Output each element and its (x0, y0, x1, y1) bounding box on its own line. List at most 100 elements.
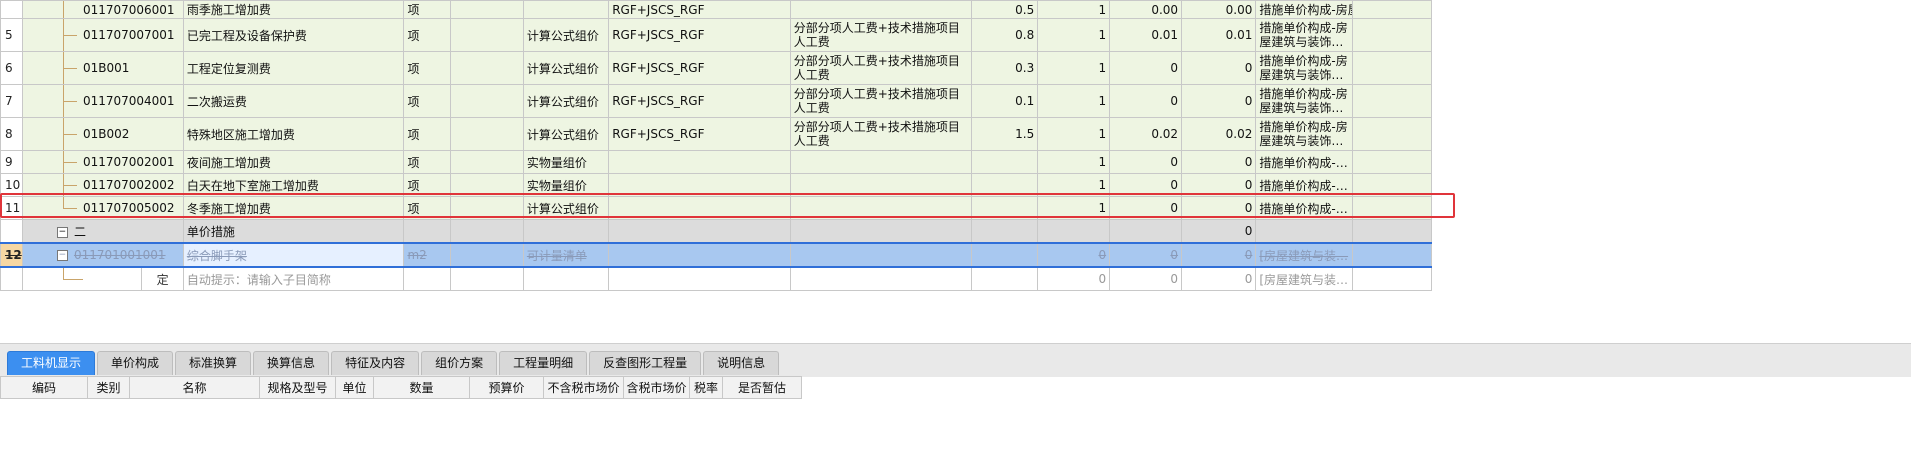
row-number (0, 0, 23, 19)
rate-cell[interactable] (971, 150, 1039, 174)
tab-features-content[interactable]: 特征及内容 (331, 351, 420, 375)
tab-pricing-scheme[interactable]: 组价方案 (421, 351, 498, 375)
col-header-code[interactable]: 编码 (0, 376, 88, 399)
name-cell[interactable]: 雨季施工增加费 (182, 0, 405, 19)
collapse-icon[interactable]: − (56, 250, 68, 261)
unit-cell[interactable]: m2 (403, 242, 451, 268)
method-cell[interactable]: 实物量组价 (522, 150, 610, 174)
method-cell[interactable]: 可计量清单 (522, 242, 610, 268)
col-header-market-price-inc-tax[interactable]: 含税市场价 (624, 376, 690, 399)
method-cell[interactable] (522, 0, 610, 19)
rate-cell[interactable]: 0.8 (971, 18, 1039, 52)
qty-cell[interactable]: 0 (1037, 242, 1111, 268)
method-cell[interactable]: 计算公式组价 (522, 117, 610, 151)
tab-conversion-info[interactable]: 换算信息 (253, 351, 330, 375)
qty-cell[interactable]: 1 (1037, 84, 1111, 118)
rate-cell[interactable]: 0.3 (971, 51, 1039, 85)
table-row[interactable]: 8 01B002 特殊地区施工增加费 项 计算公式组价 RGF+JSCS_RGF… (0, 117, 1433, 151)
construct-cell[interactable]: 措施单价构成-… (1255, 150, 1353, 174)
base-cell[interactable]: RGF+JSCS_RGF (608, 51, 791, 85)
row-number: 9 (0, 150, 23, 174)
qty-cell[interactable]: 1 (1037, 51, 1111, 85)
col-header-unit[interactable]: 单位 (336, 376, 374, 399)
col-header-provisional[interactable]: 是否暂估 (723, 376, 802, 399)
name-cell[interactable]: 工程定位复测费 (182, 51, 405, 85)
tab-reverse-graphic-quantity[interactable]: 反查图形工程量 (589, 351, 702, 375)
section-name[interactable]: 单价措施 (182, 219, 405, 244)
code-cell[interactable]: −011701001001 (21, 242, 184, 268)
table-row[interactable]: 5 011707007001 已完工程及设备保护费 项 计算公式组价 RGF+J… (0, 18, 1433, 52)
base-cell[interactable]: RGF+JSCS_RGF (608, 117, 791, 151)
construct-cell[interactable]: 措施单价构成-房屋建筑与装饰… (1255, 51, 1353, 85)
col-header-spec[interactable]: 规格及型号 (260, 376, 336, 399)
sub-item-row[interactable]: 定 自动提示：请输入子目简称 0 0 0 [房屋建筑与装… (0, 266, 1433, 291)
unit-cell[interactable]: 项 (403, 0, 451, 19)
tab-standard-conversion[interactable]: 标准换算 (175, 351, 252, 375)
section-total: 0 (1181, 219, 1257, 244)
name-cell[interactable]: 夜间施工增加费 (182, 150, 405, 174)
base-cell[interactable] (608, 150, 791, 174)
qty-cell[interactable]: 1 (1037, 0, 1111, 19)
tab-labor-material-display[interactable]: 工料机显示 (7, 351, 96, 375)
rate-cell[interactable]: 0.1 (971, 84, 1039, 118)
col-header-market-price-ex-tax[interactable]: 不含税市场价 (544, 376, 624, 399)
col-header-name[interactable]: 名称 (130, 376, 260, 399)
detail-tabs: 工料机显示 单价构成 标准换算 换算信息 特征及内容 组价方案 工程量明细 反查… (7, 351, 780, 375)
base-cell[interactable]: RGF+JSCS_RGF (608, 18, 791, 52)
construct-cell[interactable]: 措施单价构成-房屋建筑与装饰… (1255, 84, 1353, 118)
name-cell[interactable]: 已完工程及设备保护费 (182, 18, 405, 52)
row-number: 8 (0, 117, 23, 151)
table-row[interactable]: 9 011707002001 夜间施工增加费 项 实物量组价 1 0 0 措施单… (0, 150, 1433, 174)
col-header-category[interactable]: 类别 (88, 376, 130, 399)
table-row[interactable]: 7 011707004001 二次搬运费 项 计算公式组价 RGF+JSCS_R… (0, 84, 1433, 118)
table-row[interactable]: 011707006001 雨季施工增加费 项 RGF+JSCS_RGF 0.5 … (0, 0, 1433, 19)
section-code-cell[interactable]: − 二 (21, 219, 184, 244)
qty-cell[interactable]: 1 (1037, 18, 1111, 52)
col-header-budget-price[interactable]: 预算价 (470, 376, 544, 399)
method-cell[interactable]: 计算公式组价 (522, 18, 610, 52)
code-cell[interactable]: 011707006001 (21, 0, 184, 19)
col-header-quantity[interactable]: 数量 (374, 376, 470, 399)
code-cell[interactable]: 01B001 (21, 51, 184, 85)
base-cell[interactable]: RGF+JSCS_RGF (608, 84, 791, 118)
rate-cell[interactable]: 0.5 (971, 0, 1039, 19)
tab-quantity-details[interactable]: 工程量明细 (499, 351, 588, 375)
unit-cell[interactable]: 项 (403, 150, 451, 174)
method-cell[interactable]: 计算公式组价 (522, 51, 610, 85)
table-row[interactable]: 6 01B001 工程定位复测费 项 计算公式组价 RGF+JSCS_RGF 分… (0, 51, 1433, 85)
tab-description[interactable]: 说明信息 (703, 351, 780, 375)
unit-cell[interactable]: 项 (403, 18, 451, 52)
construct-cell[interactable]: 措施单价构成-房屋建筑与装饰… (1255, 0, 1353, 19)
name-cell[interactable]: 二次搬运费 (182, 84, 405, 118)
code-text: 011701001001 (73, 248, 166, 262)
code-cell[interactable]: 011707002001 (21, 150, 184, 174)
code-text: 011707004001 (82, 94, 175, 108)
row-number: 12 (0, 242, 23, 268)
unit-cell[interactable]: 项 (403, 84, 451, 118)
qty-cell[interactable]: 1 (1037, 150, 1111, 174)
name-cell-active[interactable]: 综合脚手架 (182, 242, 405, 268)
construct-cell[interactable]: [房屋建筑与装… (1255, 266, 1353, 291)
selected-table-row[interactable]: 12 −011701001001 综合脚手架 m2 可计量清单 0 0 0 [房… (0, 242, 1433, 268)
section-row[interactable]: − 二 单价措施 0 (0, 219, 1433, 244)
code-cell[interactable]: 01B002 (21, 117, 184, 151)
unit-cell[interactable]: 项 (403, 51, 451, 85)
name-cell[interactable]: 特殊地区施工增加费 (182, 117, 405, 151)
tab-unit-price-composition[interactable]: 单价构成 (97, 351, 174, 375)
col-header-tax-rate[interactable]: 税率 (690, 376, 723, 399)
construct-cell[interactable]: 措施单价构成-房屋建筑与装饰… (1255, 18, 1353, 52)
construct-cell[interactable]: 措施单价构成-房屋建筑与装饰… (1255, 117, 1353, 151)
base-cell[interactable]: RGF+JSCS_RGF (608, 0, 791, 19)
rate-cell[interactable]: 1.5 (971, 117, 1039, 151)
qty-cell[interactable]: 1 (1037, 117, 1111, 151)
construct-cell[interactable]: [房屋建筑与装… (1255, 242, 1353, 268)
unit-cell[interactable]: 项 (403, 117, 451, 151)
collapse-icon[interactable]: − (56, 226, 68, 238)
code-cell[interactable]: 011707004001 (21, 84, 184, 118)
total-cell: 0 (1181, 150, 1257, 174)
qty-cell[interactable]: 0 (1037, 266, 1111, 291)
code-cell[interactable]: 011707007001 (21, 18, 184, 52)
desc-cell (789, 0, 973, 19)
name-cell[interactable]: 自动提示：请输入子目简称 (182, 266, 405, 291)
method-cell[interactable]: 计算公式组价 (522, 84, 610, 118)
